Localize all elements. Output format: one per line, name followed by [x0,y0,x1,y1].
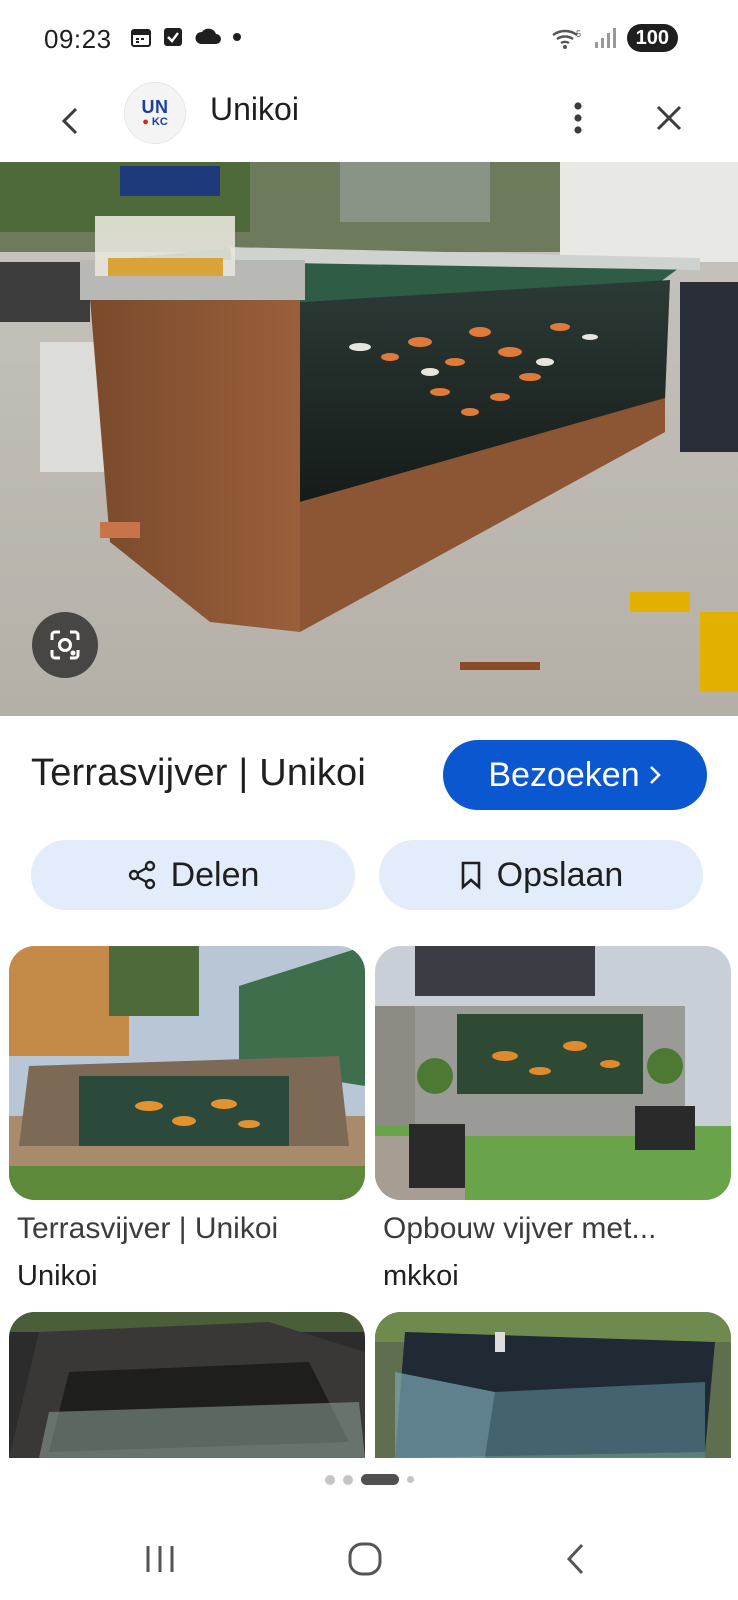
related-result[interactable]: Opbouw vijver met... mkkoi [375,946,731,1293]
related-title: Terrasvijver | Unikoi [17,1212,279,1245]
close-icon [656,105,682,131]
related-source: mkkoi [383,1260,459,1292]
recent-apps-button[interactable] [130,1534,190,1584]
related-result[interactable] [9,1312,365,1458]
page-dot [406,1476,414,1483]
more-options-button[interactable] [556,90,600,146]
share-button-label: Delen [170,855,260,894]
page-dot-active [360,1474,399,1485]
pond-photo [0,162,738,716]
visit-button-label: Bezoeken [488,755,640,794]
more-vert-icon [574,102,582,134]
page-dot [324,1474,335,1485]
chevron-left-icon [61,107,78,135]
google-lens-button[interactable] [32,612,98,678]
wifi-icon: 5 [551,29,581,49]
related-thumbnail[interactable] [375,946,731,1200]
home-icon [348,1542,382,1576]
save-button[interactable]: Opslaan [379,840,703,910]
back-button[interactable] [48,94,92,148]
page-dot [342,1474,353,1485]
recent-apps-icon [146,1546,174,1572]
page-indicator [0,1474,738,1485]
back-arrow-icon [566,1543,584,1575]
site-logo[interactable]: UN ● KC [124,82,186,144]
status-system-icons: 5 100 [551,24,678,52]
dot-icon [233,33,241,41]
system-nav-bar [0,1520,738,1600]
viewer-header: UN ● KC Unikoi [0,80,738,162]
related-image [375,946,731,1200]
calendar-icon [131,29,151,47]
related-title: Opbouw vijver met... [383,1212,657,1245]
signal-icon [594,28,616,48]
related-thumbnail[interactable] [9,1312,365,1458]
home-button[interactable] [335,1534,395,1584]
related-result[interactable]: Terrasvijver | Unikoi Unikoi [9,946,365,1293]
logo-text-bottom: ● KC [142,115,168,128]
related-result[interactable] [375,1312,731,1458]
main-image[interactable] [0,162,738,716]
site-name[interactable]: Unikoi [210,91,299,128]
koi-icon: ● [142,115,149,128]
visit-button[interactable]: Bezoeken [443,740,707,810]
cloud-icon [195,28,221,44]
save-button-label: Opslaan [496,855,624,894]
logo-text-top: UN [141,96,169,117]
related-image [9,946,365,1200]
svg-text:5: 5 [576,29,581,39]
lens-icon [50,630,80,660]
chevron-right-icon [649,766,661,784]
system-back-button[interactable] [545,1534,605,1584]
check-square-icon [164,28,182,46]
related-image [9,1312,365,1458]
status-notification-icons [130,26,242,48]
result-title: Terrasvijver | Unikoi [31,752,367,794]
status-time: 09:23 [44,24,112,54]
related-thumbnail[interactable] [375,1312,731,1458]
status-bar: 09:23 5 100 [0,0,738,80]
related-source: Unikoi [17,1260,98,1292]
share-button[interactable]: Delen [31,840,355,910]
close-button[interactable] [644,90,694,146]
related-image [375,1312,731,1458]
battery-indicator: 100 [626,24,678,52]
share-icon [128,860,155,890]
related-thumbnail[interactable] [9,946,365,1200]
bookmark-icon [461,861,480,890]
